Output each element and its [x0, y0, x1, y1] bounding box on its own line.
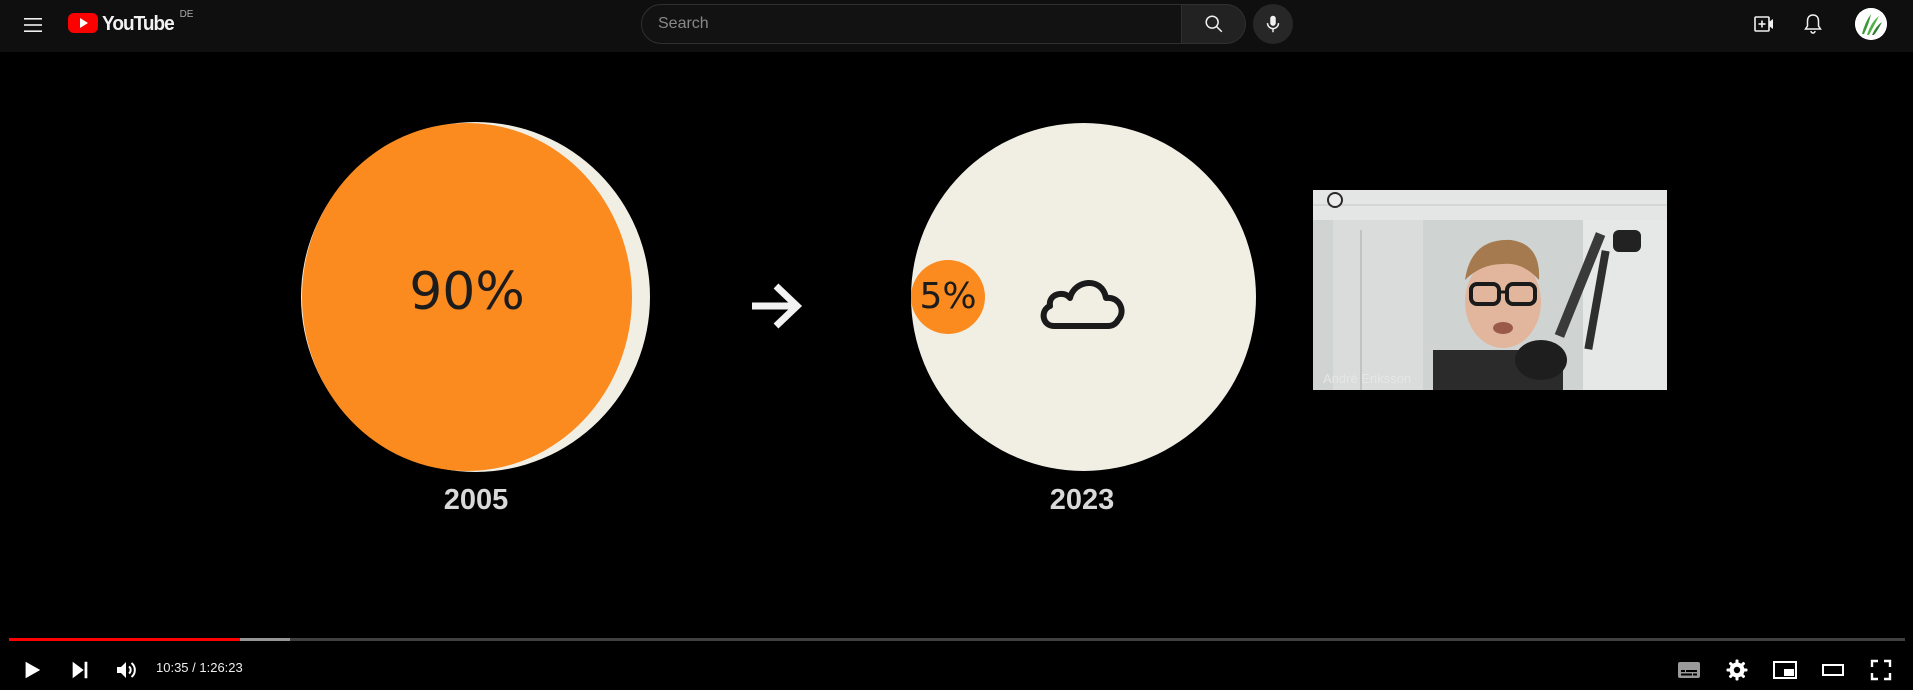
subtitles-button[interactable] [1669, 650, 1709, 690]
logo-text: YouTube [102, 13, 175, 35]
webcam-scene [1313, 190, 1667, 390]
miniplayer-button[interactable] [1765, 650, 1805, 690]
next-icon [72, 661, 88, 679]
avatar-leaf-icon [1855, 8, 1887, 40]
progress-bar[interactable] [9, 638, 1905, 641]
search-button[interactable] [1182, 4, 1246, 44]
bell-icon [1804, 14, 1822, 34]
subtitles-icon [1678, 662, 1700, 678]
gear-icon [1726, 659, 1748, 681]
video-letterbox [0, 52, 247, 690]
menu-button[interactable] [12, 4, 54, 46]
year-2005-label: 2005 [443, 484, 509, 516]
volume-button[interactable] [106, 650, 146, 690]
play-button[interactable] [12, 650, 52, 690]
volume-icon [117, 662, 136, 678]
fullscreen-button[interactable] [1861, 650, 1901, 690]
mic-icon [1266, 15, 1280, 33]
arrow-right-icon [752, 283, 803, 329]
voice-search-button[interactable] [1253, 4, 1293, 44]
youtube-logo[interactable]: YouTube DE [68, 9, 194, 38]
create-icon [1754, 16, 1773, 32]
search-bar [641, 4, 1246, 44]
country-code: DE [179, 9, 194, 20]
create-button[interactable] [1744, 4, 1784, 44]
menu-icon [24, 18, 42, 32]
masthead: YouTube DE [0, 0, 1913, 52]
youtube-logo-icon [68, 13, 98, 33]
theater-mode-button[interactable] [1813, 650, 1853, 690]
year-2023-label: 2023 [1049, 484, 1115, 516]
play-icon [25, 661, 41, 679]
theater-icon [1822, 664, 1844, 676]
progress-played [9, 638, 241, 641]
settings-button[interactable] [1717, 650, 1757, 690]
next-button[interactable] [60, 650, 100, 690]
percentage-2023: 5% [919, 276, 977, 317]
cloud-icon [1040, 280, 1125, 329]
search-icon [1204, 15, 1222, 33]
search-input[interactable] [641, 4, 1182, 44]
video-player[interactable]: 90% 2005 5% 2023 André Eriksson 10:35 / … [0, 52, 1913, 690]
percentage-2005: 90% [409, 262, 525, 322]
webcam-inset: André Eriksson [1313, 190, 1667, 390]
avatar[interactable] [1855, 8, 1887, 40]
fullscreen-icon [1870, 659, 1892, 681]
webcam-name-label: André Eriksson [1323, 371, 1412, 386]
notifications-button[interactable] [1793, 4, 1833, 44]
miniplayer-icon [1773, 661, 1797, 679]
time-display: 10:35 / 1:26:23 [156, 660, 243, 675]
